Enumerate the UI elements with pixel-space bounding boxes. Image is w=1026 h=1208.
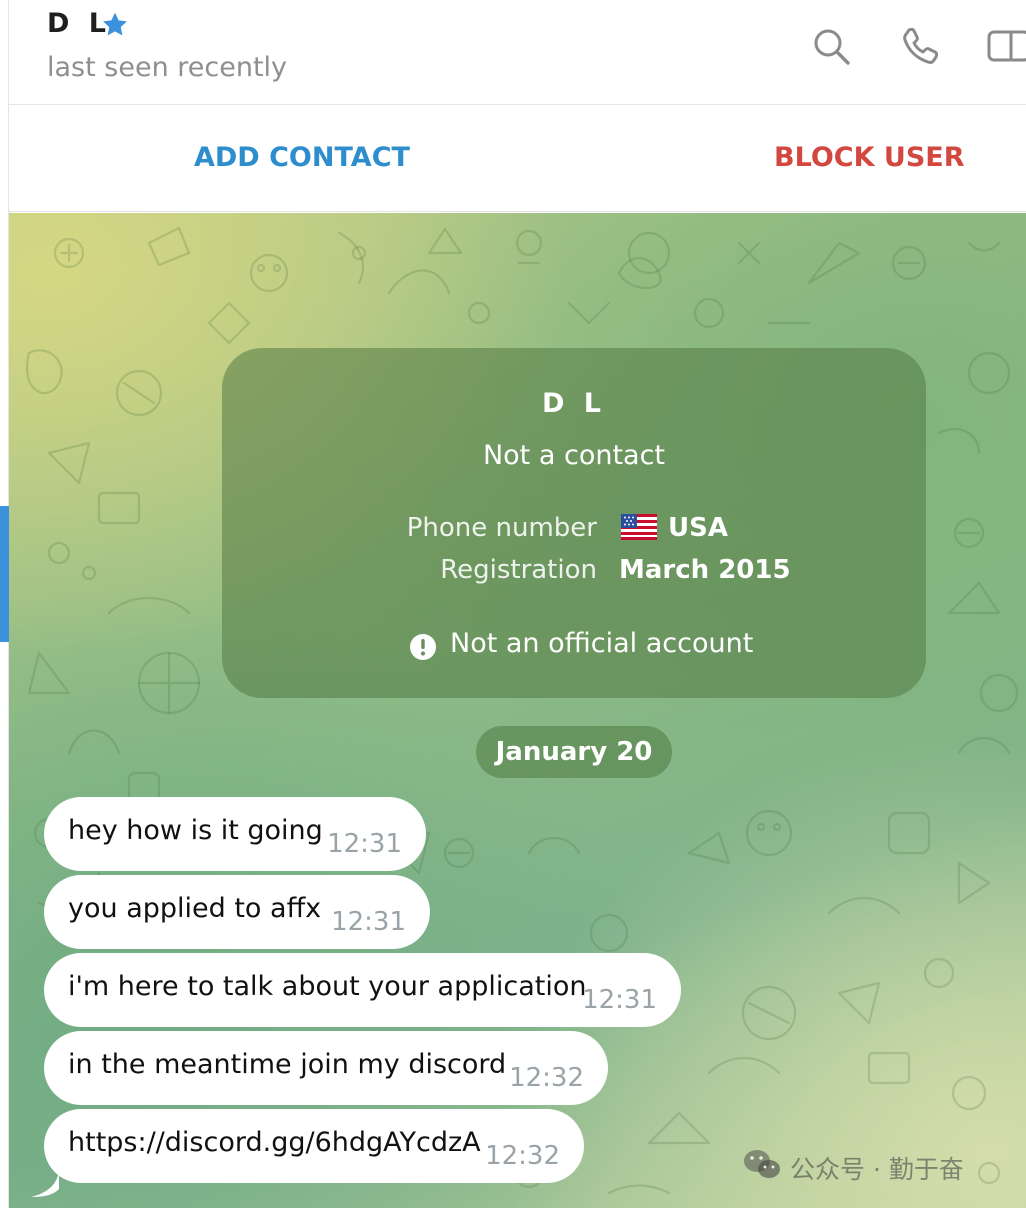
message-bubble[interactable]: i'm here to talk about your application … [44, 953, 681, 1027]
message-time: 12:31 [582, 985, 657, 1015]
last-seen-status: last seen recently [47, 52, 288, 83]
message-time: 12:32 [485, 1141, 560, 1171]
message-text: in the meantime join my discord [68, 1049, 507, 1080]
contact-info-card: D L Not a contact Phone number USA Regis… [222, 348, 926, 698]
message-text: you applied to affx [68, 893, 322, 924]
star-icon [103, 12, 127, 36]
message-time: 12:31 [327, 829, 402, 859]
registration-label: Registration [440, 555, 597, 585]
block-user-button[interactable]: BLOCK USER [774, 142, 965, 173]
add-contact-button[interactable]: ADD CONTACT [194, 142, 410, 173]
sidebar-toggle-icon[interactable] [985, 24, 1026, 68]
wechat-icon [744, 1150, 780, 1178]
registration-date: March 2015 [619, 555, 791, 585]
message-bubble[interactable]: you applied to affx 12:31 [44, 875, 430, 949]
us-flag-icon [621, 514, 657, 540]
message-text: i'm here to talk about your application [68, 971, 587, 1002]
message-bubble[interactable]: hey how is it going 12:31 [44, 797, 426, 871]
chat-header: D L last seen recently [9, 0, 1026, 105]
message-link[interactable]: https://discord.gg/6hdgAYcdzA [68, 1127, 481, 1158]
left-panel-selection-indicator [0, 506, 9, 642]
date-separator: January 20 [476, 726, 672, 778]
official-account-note: Not an official account [450, 628, 754, 659]
exclamation-icon [410, 634, 436, 660]
card-contact-name: D L [541, 388, 607, 419]
search-icon[interactable] [809, 24, 853, 68]
contact-actions-bar: ADD CONTACT BLOCK USER [9, 106, 1026, 212]
watermark-text: 公众号 · 勤于奋 [790, 1155, 964, 1184]
card-contact-status: Not a contact [482, 440, 666, 471]
phone-number-label: Phone number [406, 513, 597, 543]
message-time: 12:31 [331, 907, 406, 937]
chat-area[interactable]: D L Not a contact Phone number USA Regis… [9, 213, 1026, 1208]
message-text: hey how is it going [68, 815, 323, 846]
bubble-tail [31, 1171, 59, 1197]
phone-number-country: USA [668, 513, 728, 543]
message-bubble[interactable]: in the meantime join my discord 12:32 [44, 1031, 608, 1105]
message-time: 12:32 [509, 1063, 584, 1093]
message-bubble[interactable]: https://discord.gg/6hdgAYcdzA 12:32 [44, 1109, 584, 1183]
phone-icon[interactable] [899, 24, 943, 68]
